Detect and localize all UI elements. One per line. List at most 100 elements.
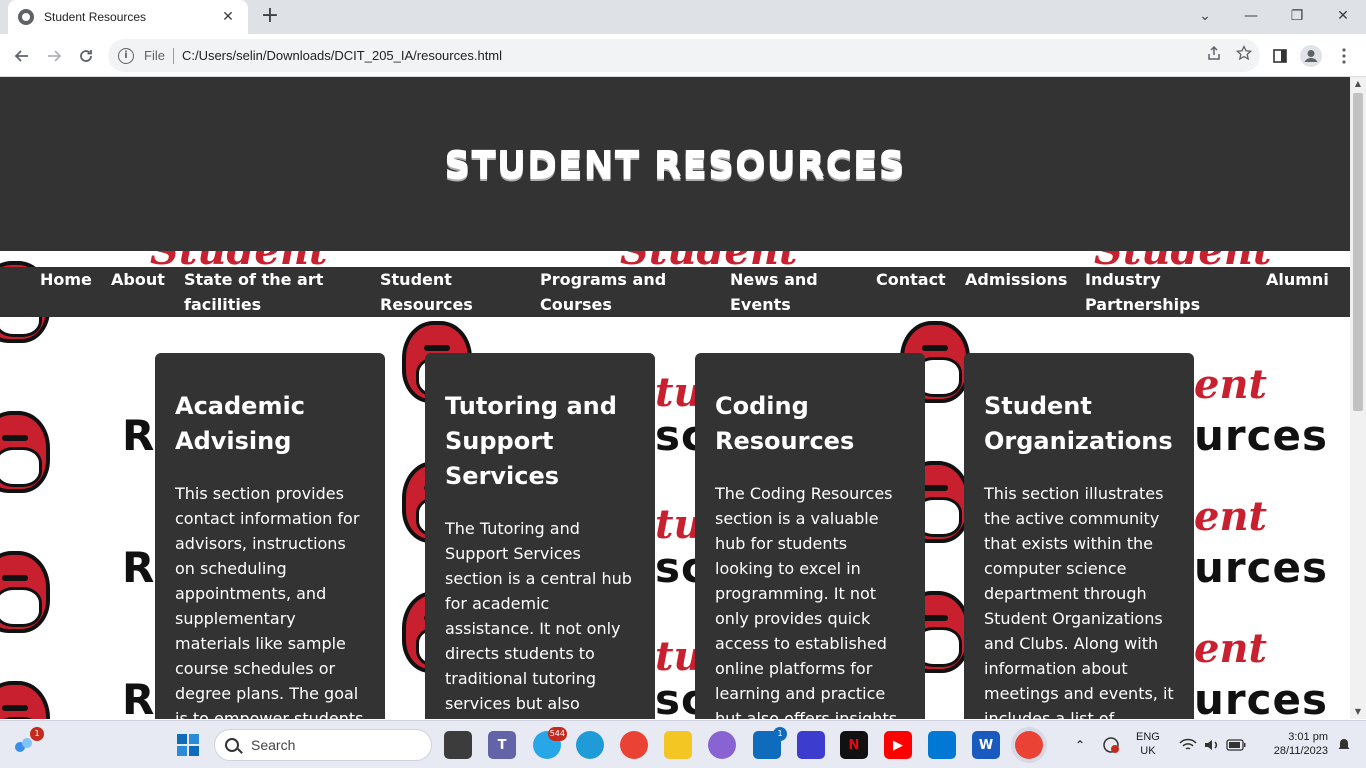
card-student-organizations: Student Organizations This section illus… — [964, 353, 1194, 719]
info-icon[interactable]: i — [118, 47, 134, 64]
star-icon[interactable] — [1236, 45, 1252, 61]
language-region: UK — [1140, 745, 1156, 757]
nav-link-programs[interactable]: Programs and Courses — [540, 267, 680, 317]
vscode-icon[interactable] — [928, 731, 956, 759]
notifications-icon[interactable] — [1330, 731, 1358, 759]
close-window-button[interactable]: ✕ — [1320, 0, 1366, 32]
new-tab-button[interactable]: + — [258, 4, 282, 28]
netflix-icon[interactable]: N — [840, 731, 868, 759]
page-title: STUDENT RESOURCES — [444, 143, 906, 185]
card-body: The Tutoring and Support Services sectio… — [445, 519, 632, 713]
card-tutoring-support: Tutoring and Support Services The Tutori… — [425, 353, 655, 719]
notification-badge: 544 — [547, 727, 567, 741]
background-word: urces — [1194, 411, 1328, 460]
youtube-icon[interactable]: ▶ — [884, 731, 912, 759]
chrome-icon[interactable] — [620, 731, 648, 759]
chrome-active-icon[interactable] — [1015, 731, 1043, 759]
tab-close-icon[interactable]: ✕ — [218, 9, 238, 25]
card-academic-advising: Academic Advising This section provides … — [155, 353, 385, 719]
tiger-mascot-image — [0, 541, 66, 651]
card-coding-resources: Coding Resources The Coding Resources se… — [695, 353, 925, 719]
windows-taskbar: 1 Search T 544 1 N ▶ W ⌃ ENG UK 3:01 pm … — [0, 720, 1366, 768]
background-word: ent — [1194, 361, 1268, 408]
tab-search-icon[interactable]: ⌄ — [1182, 0, 1228, 32]
file-explorer-icon[interactable] — [664, 731, 692, 759]
app-icon[interactable] — [797, 731, 825, 759]
reload-button[interactable] — [72, 42, 100, 70]
scrollbar-thumb[interactable] — [1353, 93, 1363, 411]
reload-icon — [80, 50, 92, 62]
notification-badge: 1 — [30, 727, 44, 741]
tiger-mascot-image — [0, 671, 66, 719]
clock-time: 3:01 pm — [1288, 731, 1328, 743]
background-word: R — [122, 543, 156, 592]
card-body: This section provides contact informatio… — [175, 484, 364, 719]
copilot-icon[interactable] — [708, 731, 736, 759]
share-icon[interactable] — [1206, 45, 1222, 61]
tab-title: Student Resources — [44, 10, 147, 24]
arrow-right-icon — [48, 50, 62, 62]
back-button[interactable] — [8, 42, 36, 70]
background-word: R — [122, 675, 156, 719]
url-scheme-label: File — [144, 48, 165, 63]
profile-avatar[interactable] — [1299, 44, 1323, 68]
card-body: This section illustrates the active comm… — [984, 484, 1174, 719]
language-indicator[interactable]: ENG UK — [1136, 730, 1160, 758]
url-text[interactable]: C:/Users/selin/Downloads/DCIT_205_IA/res… — [182, 48, 502, 63]
nav-link-news[interactable]: News and Events — [730, 267, 840, 317]
card-title: Student Organizations — [984, 392, 1173, 455]
background-word: ent — [1194, 493, 1268, 540]
telegram-icon[interactable]: 544 — [533, 727, 567, 759]
start-icon[interactable] — [174, 731, 202, 759]
page-viewport: R R R tu sc tu sc tu sc ent urces ent ur… — [0, 77, 1350, 719]
nav-link-student-resources[interactable]: Student Resources — [380, 267, 480, 317]
background-word: R — [122, 411, 156, 460]
card-title: Coding Resources — [715, 392, 855, 455]
browser-tab-strip: Student Resources ✕ + ⌄ — ❐ ✕ — [0, 0, 1366, 34]
tiger-mascot-image — [0, 401, 66, 511]
nav-link-alumni[interactable]: Alumni — [1266, 267, 1329, 292]
taskbar-search[interactable]: Search — [214, 729, 432, 761]
browser-toolbar: i File C:/Users/selin/Downloads/DCIT_205… — [0, 34, 1366, 77]
mail-icon[interactable]: 1 — [753, 727, 787, 759]
scroll-up-icon[interactable]: ▲ — [1350, 77, 1366, 91]
notification-badge: 1 — [773, 727, 787, 741]
main-nav: Home About State of the art facilities S… — [0, 267, 1350, 317]
restore-button[interactable]: ❐ — [1274, 0, 1320, 32]
nav-link-home[interactable]: Home — [40, 267, 92, 292]
side-panel-icon[interactable] — [1268, 44, 1292, 68]
network-status-icon[interactable] — [1097, 731, 1125, 759]
page-scrollbar[interactable]: ▲ ▼ — [1350, 77, 1366, 719]
card-body: The Coding Resources section is a valuab… — [715, 484, 898, 719]
forward-button[interactable] — [40, 42, 68, 70]
address-bar[interactable]: i File C:/Users/selin/Downloads/DCIT_205… — [108, 39, 1260, 72]
clock[interactable]: 3:01 pm 28/11/2023 — [1258, 730, 1328, 758]
globe-icon — [18, 9, 34, 25]
clock-date: 28/11/2023 — [1273, 745, 1328, 757]
page-header: STUDENT RESOURCES — [0, 77, 1350, 251]
scroll-down-icon[interactable]: ▼ — [1350, 705, 1366, 719]
search-icon — [225, 738, 239, 752]
minimize-button[interactable]: — — [1228, 0, 1274, 32]
card-title: Academic Advising — [175, 392, 305, 455]
nav-link-about[interactable]: About — [111, 267, 165, 292]
browser-tab[interactable]: Student Resources ✕ — [8, 0, 248, 34]
address-bar-actions — [1206, 45, 1252, 61]
task-view-icon[interactable] — [444, 731, 472, 759]
language-code: ENG — [1136, 731, 1160, 743]
battery-icon[interactable] — [1222, 731, 1250, 759]
card-title: Tutoring and Support Services — [445, 392, 617, 490]
word-icon[interactable]: W — [972, 731, 1000, 759]
nav-link-facilities[interactable]: State of the art facilities — [184, 267, 334, 317]
kebab-menu-icon[interactable] — [1332, 44, 1356, 68]
widgets-icon[interactable]: 1 — [10, 727, 44, 759]
chevron-up-icon[interactable]: ⌃ — [1066, 731, 1094, 759]
edge-icon[interactable] — [576, 731, 604, 759]
search-placeholder: Search — [251, 737, 296, 753]
nav-link-industry[interactable]: Industry Partnerships — [1085, 267, 1205, 317]
divider — [172, 47, 174, 64]
teams-icon[interactable]: T — [488, 731, 516, 759]
background-word: urces — [1194, 543, 1328, 592]
nav-link-admissions[interactable]: Admissions — [965, 267, 1067, 292]
nav-link-contact[interactable]: Contact — [876, 267, 946, 292]
